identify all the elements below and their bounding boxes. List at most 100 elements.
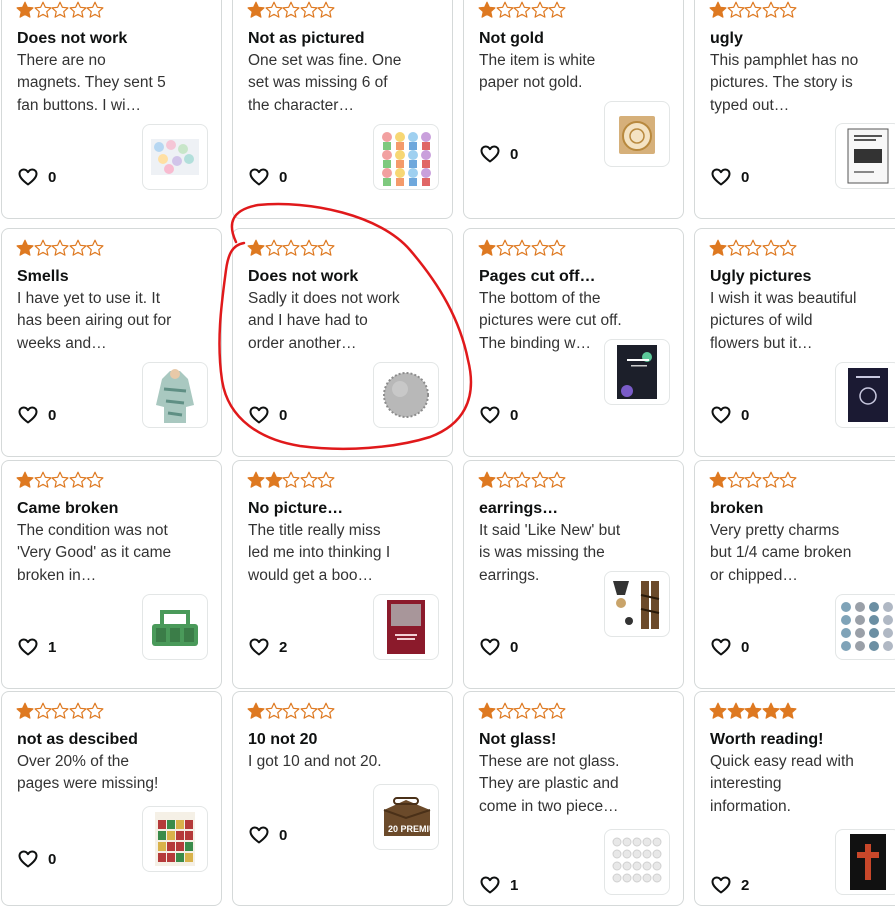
review-card[interactable]: No picture… The title really miss led me … — [232, 460, 453, 689]
review-title[interactable]: Does not work — [17, 28, 211, 50]
review-card[interactable]: Smells I have yet to use it. It has been … — [1, 228, 222, 457]
review-text: There are no magnets. They sent 5 fan bu… — [17, 52, 166, 114]
pamphlet-product-image[interactable] — [835, 123, 895, 189]
like-count: 1 — [48, 638, 57, 656]
review-title[interactable]: Does not work — [248, 266, 442, 288]
heart-icon[interactable] — [711, 876, 731, 894]
review-title[interactable]: Not gold — [479, 28, 673, 50]
review-title[interactable]: broken — [710, 498, 895, 520]
review-card[interactable]: Pages cut off… The bottom of the pictures… — [463, 228, 684, 457]
green-caddy-product-image[interactable] — [142, 594, 208, 660]
star-rating-5-of-5 — [709, 702, 797, 722]
review-text: This pamphlet has no pictures. The story… — [710, 52, 859, 114]
review-title[interactable]: Pages cut off… — [479, 266, 673, 288]
helpful-votes[interactable]: 0 — [18, 406, 56, 424]
heart-icon[interactable] — [18, 406, 38, 424]
review-card[interactable]: Does not work Sadly it does not work and … — [232, 228, 453, 457]
like-count: 2 — [741, 876, 750, 894]
blouse-product-image[interactable] — [142, 362, 208, 428]
helpful-votes[interactable]: 0 — [18, 850, 56, 868]
helpful-votes[interactable]: 0 — [711, 638, 749, 656]
maroon-book-product-image[interactable] — [373, 594, 439, 660]
heart-icon[interactable] — [249, 826, 269, 844]
heart-icon[interactable] — [18, 638, 38, 656]
review-card[interactable]: not as descibed Over 20% of the pages wer… — [1, 691, 222, 906]
review-card[interactable]: ugly This pamphlet has no pictures. The s… — [694, 0, 895, 219]
review-card[interactable]: Not glass! These are not glass. They are … — [463, 691, 684, 906]
charms-product-image[interactable] — [835, 594, 895, 660]
review-card[interactable]: Not as pictured One set was fine. One set… — [232, 0, 453, 219]
review-card[interactable]: Came broken The condition was not 'Very G… — [1, 460, 222, 689]
helpful-votes[interactable]: 0 — [711, 406, 749, 424]
bible-verse-book-product-image[interactable] — [604, 339, 670, 405]
heart-icon[interactable] — [480, 876, 500, 894]
review-title[interactable]: No picture… — [248, 498, 442, 520]
costume-set-product-image[interactable] — [604, 571, 670, 637]
review-title[interactable]: earrings… — [479, 498, 673, 520]
review-text: The condition was not 'Very Good' as it … — [17, 522, 172, 584]
review-card[interactable]: Does not work There are no magnets. They … — [1, 0, 222, 219]
heart-icon[interactable] — [249, 638, 269, 656]
like-count: 1 — [510, 876, 519, 894]
review-title[interactable]: Smells — [17, 266, 211, 288]
heart-icon[interactable] — [480, 406, 500, 424]
review-card[interactable]: Worth reading! Quick easy read with inter… — [694, 691, 895, 906]
star-rating-1-of-5 — [16, 1, 104, 21]
review-card[interactable]: broken Very pretty charms but 1/4 came br… — [694, 460, 895, 689]
dark-book-product-image[interactable] — [835, 362, 895, 428]
cross-book-product-image[interactable] — [835, 829, 895, 895]
gold-doily-product-image[interactable] — [604, 101, 670, 167]
like-count: 2 — [279, 638, 288, 656]
helpful-votes[interactable]: 0 — [480, 406, 518, 424]
heart-icon[interactable] — [711, 406, 731, 424]
helpful-votes[interactable]: 0 — [18, 168, 56, 186]
review-title[interactable]: 10 not 20 — [248, 729, 442, 751]
review-title[interactable]: Came broken — [17, 498, 211, 520]
review-card[interactable]: Ugly pictures I wish it was beautiful pic… — [694, 228, 895, 457]
review-card[interactable]: Not gold The item is white paper not gold… — [463, 0, 684, 219]
review-title[interactable]: Not as pictured — [248, 28, 442, 50]
paper-pad-product-image[interactable] — [142, 806, 208, 872]
box-label: 20 PREMIUM — [388, 824, 436, 834]
like-count: 0 — [48, 168, 57, 186]
star-rating-1-of-5 — [478, 471, 566, 491]
heart-icon[interactable] — [711, 638, 731, 656]
heart-icon[interactable] — [249, 168, 269, 186]
helpful-votes[interactable]: 0 — [480, 145, 518, 163]
helpful-votes[interactable]: 1 — [18, 638, 56, 656]
fan-buttons-product-image[interactable] — [142, 124, 208, 190]
star-rating-1-of-5 — [247, 1, 335, 21]
star-rating-1-of-5 — [16, 471, 104, 491]
review-title[interactable]: not as descibed — [17, 729, 211, 751]
steel-wool-product-image[interactable] — [373, 362, 439, 428]
review-title[interactable]: ugly — [710, 28, 895, 50]
review-title[interactable]: Worth reading! — [710, 729, 895, 751]
character-stickers-product-image[interactable] — [373, 124, 439, 190]
heart-icon[interactable] — [249, 406, 269, 424]
helpful-votes[interactable]: 0 — [711, 168, 749, 186]
helpful-votes[interactable]: 0 — [249, 826, 287, 844]
review-title[interactable]: Not glass! — [479, 729, 673, 751]
helpful-votes[interactable]: 0 — [480, 638, 518, 656]
helpful-votes[interactable]: 0 — [249, 406, 287, 424]
helpful-votes[interactable]: 1 — [480, 876, 518, 894]
box-product-image[interactable]: 20 PREMIUM — [373, 784, 439, 850]
review-card[interactable]: 10 not 20 I got 10 and not 20. 20 PREMIUM 0 — [232, 691, 453, 906]
like-count: 0 — [741, 638, 750, 656]
helpful-votes[interactable]: 0 — [249, 168, 287, 186]
review-title[interactable]: Ugly pictures — [710, 266, 895, 288]
star-rating-1-of-5 — [709, 239, 797, 259]
heart-icon[interactable] — [18, 168, 38, 186]
review-card[interactable]: earrings… It said 'Like New' but is was m… — [463, 460, 684, 689]
review-text: The title really miss led me into thinki… — [248, 522, 391, 584]
plastic-domes-product-image[interactable] — [604, 829, 670, 895]
heart-icon[interactable] — [480, 638, 500, 656]
heart-icon[interactable] — [480, 145, 500, 163]
helpful-votes[interactable]: 2 — [249, 638, 287, 656]
helpful-votes[interactable]: 2 — [711, 876, 749, 894]
heart-icon[interactable] — [711, 168, 731, 186]
like-count: 0 — [279, 826, 288, 844]
heart-icon[interactable] — [18, 850, 38, 868]
review-text: I have yet to use it. It has been airing… — [17, 290, 172, 352]
like-count: 0 — [48, 850, 57, 868]
